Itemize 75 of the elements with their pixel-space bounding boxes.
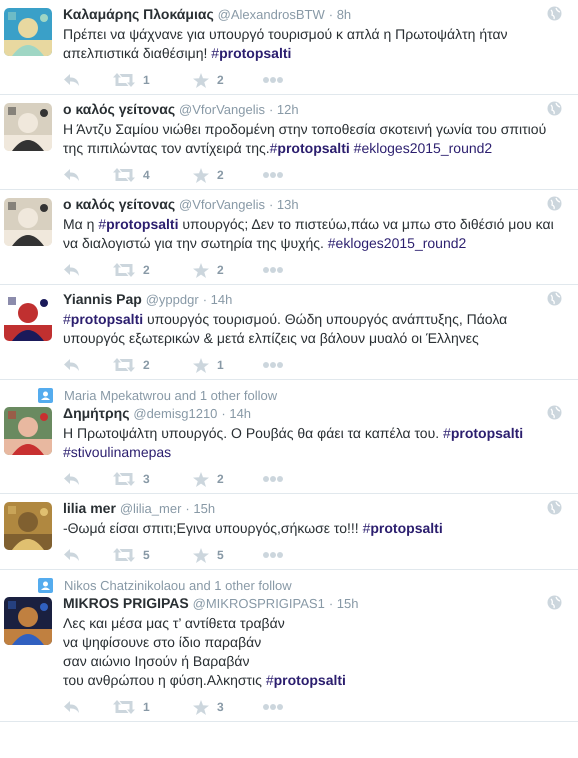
more-icon[interactable] [263,172,283,178]
favorite-count: 5 [217,548,224,562]
more-icon[interactable] [263,704,283,710]
favorite-count: 1 [217,358,224,372]
retweet-icon[interactable] [113,263,135,277]
tweet-text: #protopsalti υπουργός τουρισμού. Θώδη υπουργός ανάπτυξης, Πάολα υπουργός εξωτερικών & μετά ελπίζεις να βάλουν μυαλό οι Έλληνες [63,310,508,348]
retweet-icon[interactable] [113,700,135,714]
user-name[interactable]: Yiannis Pap [63,291,142,307]
hashtag-link[interactable]: #stivoulinamepas [63,444,172,460]
hashtag-link[interactable]: #protopsalti [63,311,144,327]
reply-icon[interactable] [63,358,80,372]
user-name[interactable]: ο καλός γείτονας [63,196,176,212]
user-name[interactable]: Καλαμάρης Πλοκάμιας [63,6,214,22]
retweet-icon[interactable] [113,472,135,486]
tweet-text: Μα η #protopsalti υπουργός; Δεν το πιστεύω,πάω να μπω στο διθέσιό μου και να διαλογιστώ για την σωτηρία της ψυχής. #ekloges2015_round2 [63,215,555,253]
hashtag-link[interactable]: #protopsalti [266,672,346,688]
favorite-count: 2 [217,73,224,87]
more-icon[interactable] [263,362,283,368]
globe-icon [547,101,562,116]
star-icon[interactable] [193,700,209,714]
globe-icon [547,291,562,306]
more-icon[interactable] [263,267,283,273]
reply-icon[interactable] [63,700,80,714]
tweet-text: -Θωμά είσαι σπιτι;Εγινα υπουργός,σήκωσε το!!! #protopsalti [63,519,444,538]
retweet-icon[interactable] [113,548,135,562]
retweet-count: 1 [143,700,150,714]
reply-icon[interactable] [63,472,80,486]
favorite-count: 2 [217,168,224,182]
retweet-icon[interactable] [113,73,135,87]
reply-icon[interactable] [63,263,80,277]
tweet-text: Η Άντζυ Σαμίου νιώθει προδομένη στην τοποθεσία σκοτεινή γωνία του σπιτιού της πιπιλώντας τον αντίχειρά της.#protopsalti #ekloges2015_round2 [63,120,548,158]
hashtag-link[interactable]: #protopsalti [270,140,350,156]
hashtag-link[interactable]: #ekloges2015_round2 [354,140,492,156]
star-icon[interactable] [193,548,209,562]
retweet-icon[interactable] [113,168,135,182]
reply-icon[interactable] [63,548,80,562]
favorite-count: 2 [217,472,224,486]
person-icon [38,578,53,592]
hashtag-link[interactable]: #protopsalti [362,520,443,536]
user-name[interactable]: ο καλός γείτονας [63,101,176,117]
reply-icon[interactable] [63,168,80,182]
more-icon[interactable] [263,77,283,83]
retweet-count: 2 [143,358,150,372]
retweet-count: 2 [143,263,150,277]
globe-icon [547,500,562,515]
hashtag-link[interactable]: #protopsalti [211,45,292,61]
more-icon[interactable] [263,552,283,558]
hashtag-link[interactable]: #ekloges2015_round2 [328,235,466,251]
retweet-count: 3 [143,472,150,486]
favorite-count: 3 [217,700,224,714]
star-icon[interactable] [193,358,209,372]
person-icon [38,388,53,402]
reply-icon[interactable] [63,73,80,87]
retweet-count: 1 [143,73,150,87]
tweet-text: Λες και μέσα μας τ’ αντίθετα τραβάν να ψηφίσουνε στο ίδιο παραβάν σαν αιώνιο Ιησούν ή Βαραβάν του ανθρώπου η φύση.Αλκηστις #protopsalti [63,614,347,690]
globe-icon [547,595,562,610]
tweet-text: Πρέπει να ψάχνανε για υπουργό τουρισμού κ απλά η Πρωτοψάλτη ήταν απελπιστικά διαθέσιμη! #protopsalti [63,25,509,63]
star-icon[interactable] [193,472,209,486]
star-icon[interactable] [193,168,209,182]
globe-icon [547,6,562,21]
tweet-text: Η Πρωτοψάλτη υπουργός. Ο Ρουβάς θα φάει τα καπέλα του. #protopsalti #stivoulinamepas [63,424,524,462]
more-icon[interactable] [263,476,283,482]
retweet-count: 4 [143,168,150,182]
user-name[interactable]: Δημήτρης [63,405,130,421]
hashtag-link[interactable]: #protopsalti [98,216,178,232]
retweet-count: 5 [143,548,150,562]
globe-icon [547,196,562,211]
hashtag-link[interactable]: #protopsalti [443,425,524,441]
favorite-count: 2 [217,263,224,277]
star-icon[interactable] [193,262,209,278]
star-icon[interactable] [193,72,209,88]
retweet-icon[interactable] [113,358,135,372]
user-name[interactable]: MIKROS PRIGIPAS [63,595,189,611]
user-name[interactable]: lilia mer [63,500,116,516]
globe-icon [547,405,562,420]
